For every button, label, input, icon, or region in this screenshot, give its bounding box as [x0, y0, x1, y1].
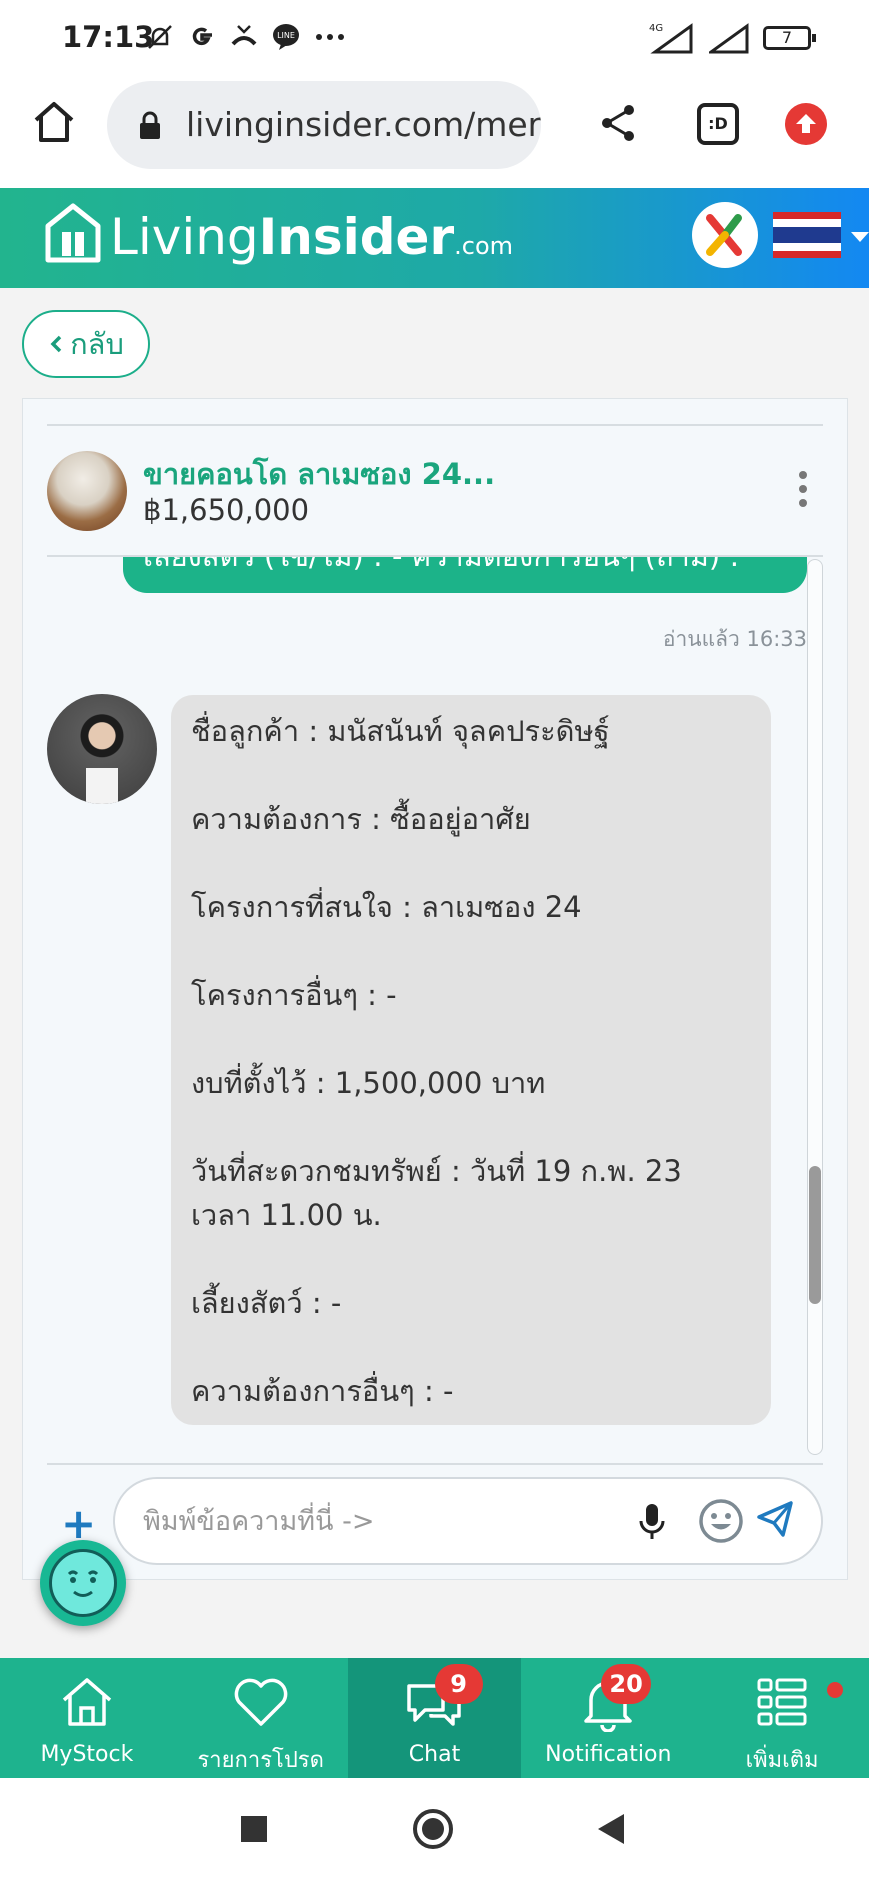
nav-item-notification[interactable]: 20 Notification — [521, 1658, 695, 1778]
avatar[interactable] — [47, 694, 157, 804]
arrow-up-icon — [796, 114, 816, 133]
message-list: เลี้ยงสัตว์ (ใช่/ไม่) : - ความต้องการอื่… — [23, 557, 847, 1463]
status-icons-left: LINE — [145, 22, 347, 52]
message-line: ความต้องการอื่นๆ : - — [191, 1374, 454, 1408]
nav-label: MyStock — [40, 1742, 134, 1767]
address-bar[interactable]: livinginsider.com/mer — [107, 81, 541, 169]
home-circle-icon[interactable] — [413, 1809, 453, 1849]
google-icon — [192, 27, 212, 46]
sent-message-bubble: เลี้ยงสัตว์ (ใช่/ไม่) : - ความต้องการอื่… — [123, 557, 807, 593]
divider — [47, 424, 823, 426]
url-text: livinginsider.com/mer — [186, 105, 541, 144]
microphone-icon[interactable] — [637, 1501, 667, 1543]
home-icon[interactable] — [30, 98, 78, 146]
recents-icon[interactable] — [241, 1816, 267, 1842]
site-header: LivingInsider.com — [0, 188, 869, 288]
logo-com: .com — [454, 232, 514, 260]
more-icon — [316, 34, 344, 40]
message-composer — [113, 1477, 823, 1565]
chat-badge: 9 — [434, 1664, 483, 1704]
nav-label: รายการโปรด — [197, 1748, 324, 1773]
svg-text:4G: 4G — [649, 23, 663, 34]
heart-icon — [234, 1678, 288, 1726]
logo-insider: Insider — [258, 208, 455, 266]
message-line: งบที่ตั้งไว้ : 1,500,000 บาท — [191, 1066, 546, 1100]
back-button[interactable]: กลับ — [22, 310, 150, 378]
x-badge[interactable] — [692, 202, 758, 268]
back-button-label: กลับ — [70, 327, 124, 361]
signal-icon: 4G — [649, 23, 693, 54]
back-triangle-icon[interactable] — [598, 1814, 624, 1844]
emoji-icon[interactable] — [697, 1497, 745, 1545]
read-status: อ่านแล้ว 16:33 — [662, 627, 807, 651]
scrollbar[interactable] — [807, 559, 823, 1455]
bot-face-icon — [49, 1549, 117, 1617]
share-icon[interactable] — [598, 102, 638, 144]
system-nav-bar — [0, 1778, 869, 1883]
property-price: ฿1,650,000 — [143, 493, 310, 527]
send-icon[interactable] — [755, 1499, 795, 1539]
battery-icon: 7 — [763, 26, 816, 50]
nav-label: เพิ่มเติม — [745, 1748, 819, 1773]
message-line: ชื่อลูกค้า : มนัสนันท์ จุลคประดิษฐ์ — [191, 714, 610, 748]
chevron-down-icon[interactable] — [851, 232, 869, 242]
nav-item-more[interactable]: เพิ่มเติม — [695, 1658, 869, 1778]
message-line: โครงการอื่นๆ : - — [191, 978, 397, 1012]
status-bar: 17:13 LINE 4G 7 — [0, 0, 869, 78]
tab-switcher-button[interactable]: :D — [697, 103, 739, 145]
message-line: โครงการที่สนใจ : ลาเมซอง 24 — [191, 890, 582, 924]
nav-label: Chat — [408, 1742, 461, 1767]
new-indicator-dot — [826, 1682, 843, 1698]
message-line: เลี้ยงสัตว์ : - — [191, 1286, 342, 1320]
browser-toolbar: livinginsider.com/mer :D — [0, 78, 869, 188]
status-time: 17:13 — [62, 20, 155, 54]
line-icon: LINE — [273, 24, 299, 50]
property-title[interactable]: ขายคอนโด ลาเมซอง 24... — [143, 451, 495, 497]
svg-text:LINE: LINE — [277, 31, 295, 40]
x-logo-icon — [706, 214, 742, 256]
lock-icon — [140, 111, 160, 139]
chat-panel: ขายคอนโด ลาเมซอง 24... ฿1,650,000 เลี้ยง… — [22, 398, 848, 1580]
divider — [47, 1463, 823, 1465]
nav-label: Notification — [545, 1742, 672, 1767]
chevron-left-icon — [50, 335, 62, 353]
update-button[interactable] — [785, 103, 827, 145]
site-logo[interactable]: LivingInsider.com — [110, 208, 513, 266]
notification-badge: 20 — [601, 1664, 651, 1704]
more-options-icon[interactable] — [799, 471, 809, 507]
message-line: ความต้องการ : ซื้ออยู่อาศัย — [191, 802, 531, 836]
thai-flag-icon[interactable] — [773, 212, 841, 258]
chatbot-button[interactable] — [40, 1540, 126, 1626]
bottom-nav: MyStock รายการโปรด 9 Chat 20 Notificatio… — [0, 1658, 869, 1778]
property-thumbnail[interactable] — [47, 451, 127, 531]
scrollbar-thumb[interactable] — [809, 1166, 821, 1304]
nav-item-mystock[interactable]: MyStock — [0, 1658, 174, 1778]
nav-item-chat[interactable]: 9 Chat — [347, 1658, 522, 1778]
message-input[interactable] — [143, 1499, 603, 1543]
nav-item-favorites[interactable]: รายการโปรด — [174, 1658, 348, 1778]
menu-grid-icon — [757, 1678, 807, 1726]
message-line: วันที่สะดวกชมทรัพย์ : วันที่ 19 ก.พ. 23 … — [191, 1154, 682, 1232]
received-message-bubble: ชื่อลูกค้า : มนัสนันท์ จุลคประดิษฐ์ ความ… — [171, 695, 771, 1425]
home-icon — [62, 1678, 112, 1726]
signal-icon — [709, 23, 749, 54]
alarm-off-icon — [148, 25, 172, 49]
logo-house-icon — [45, 203, 101, 263]
missed-call-icon — [231, 25, 257, 46]
status-icons-right: 4G 7 — [647, 22, 816, 54]
logo-living: Living — [110, 208, 259, 266]
